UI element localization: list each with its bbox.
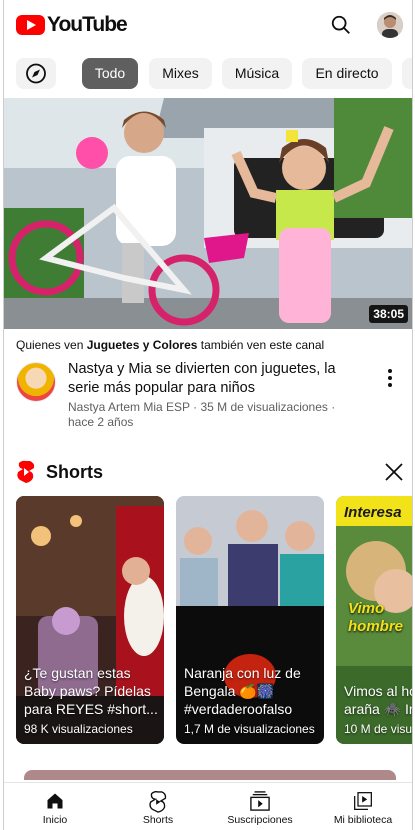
video-thumbnail[interactable]: 38:05 bbox=[4, 98, 412, 329]
explore-chip[interactable] bbox=[16, 58, 56, 89]
app-frame: YouTube Todo Mixes Música En directo 38:… bbox=[3, 0, 413, 830]
short-overlay-mid: Vimo hombre bbox=[348, 600, 404, 635]
youtube-logo[interactable]: YouTube bbox=[16, 13, 128, 37]
subscriptions-icon bbox=[250, 791, 270, 811]
bottom-navigation: Inicio Shorts Suscripciones Mi bibliotec… bbox=[4, 782, 412, 830]
nav-shorts-label: Shorts bbox=[142, 814, 174, 826]
thumbnail-image bbox=[4, 98, 412, 329]
youtube-play-icon bbox=[16, 15, 45, 35]
compass-icon bbox=[26, 63, 46, 84]
nav-home-label: Inicio bbox=[42, 814, 68, 826]
short-card[interactable]: Interesa Vimo hombre Vimos al hombre ara… bbox=[336, 496, 413, 744]
context-suffix: también ven este canal bbox=[197, 338, 325, 352]
short-caption: Vimos al hombre araña 🕷️ Interesante bbox=[344, 683, 412, 717]
shorts-icon bbox=[149, 791, 167, 813]
video-duration: 38:05 bbox=[369, 305, 408, 323]
chip-musica[interactable]: Música bbox=[222, 58, 292, 89]
nav-subscriptions-label: Suscripciones bbox=[227, 814, 293, 826]
chip-todo[interactable]: Todo bbox=[82, 58, 138, 89]
short-caption: Naranja con luz de Bengala 🍊🎆 #verdadero… bbox=[184, 665, 301, 717]
nav-subscriptions[interactable]: Suscripciones bbox=[210, 783, 310, 830]
context-channel: Juguetes y Colores bbox=[86, 338, 198, 352]
channel-avatar[interactable] bbox=[16, 362, 56, 402]
video-title[interactable]: Nastya y Mia se divierten con juguetes, … bbox=[68, 360, 368, 398]
short-overlay-top: Interesa bbox=[344, 504, 402, 521]
close-icon[interactable] bbox=[384, 462, 404, 482]
short-views: 1,7 M de visualizaciones bbox=[184, 722, 315, 736]
short-views: 10 M de visualizaciones bbox=[344, 722, 413, 736]
nav-shorts[interactable]: Shorts bbox=[108, 783, 208, 830]
home-icon bbox=[47, 793, 63, 809]
top-bar: YouTube bbox=[4, 0, 412, 49]
recommendation-context: Quienes ven Juguetes y Colores también v… bbox=[16, 338, 324, 352]
short-views: 98 K visualizaciones bbox=[24, 722, 133, 736]
library-icon bbox=[354, 792, 372, 810]
logo-text: YouTube bbox=[47, 13, 128, 36]
shorts-title: Shorts bbox=[46, 461, 104, 482]
chip-more[interactable] bbox=[402, 58, 412, 89]
channel-name[interactable]: Nastya Artem Mia ESP bbox=[68, 400, 190, 414]
search-icon[interactable] bbox=[330, 14, 352, 36]
chip-en-directo[interactable]: En directo bbox=[302, 58, 392, 89]
video-meta: Nastya Artem Mia ESP · 35 M de visualiza… bbox=[68, 400, 336, 429]
chip-mixes[interactable]: Mixes bbox=[149, 58, 212, 89]
short-card[interactable]: Naranja con luz de Bengala 🍊🎆 #verdadero… bbox=[176, 496, 324, 744]
short-caption: ¿Te gustan estas Baby paws? Pídelas para… bbox=[24, 665, 158, 717]
shorts-header: Shorts bbox=[16, 459, 103, 485]
shorts-logo-icon bbox=[17, 460, 35, 483]
nav-library[interactable]: Mi biblioteca bbox=[313, 783, 412, 830]
short-card[interactable]: ¿Te gustan estas Baby paws? Pídelas para… bbox=[16, 496, 164, 744]
account-avatar[interactable] bbox=[377, 12, 403, 38]
filter-chips-bar: Todo Mixes Música En directo bbox=[4, 48, 412, 98]
more-options-icon[interactable] bbox=[382, 367, 398, 389]
nav-home[interactable]: Inicio bbox=[5, 783, 105, 830]
nav-library-label: Mi biblioteca bbox=[333, 814, 393, 826]
context-prefix: Quienes ven bbox=[16, 338, 87, 352]
